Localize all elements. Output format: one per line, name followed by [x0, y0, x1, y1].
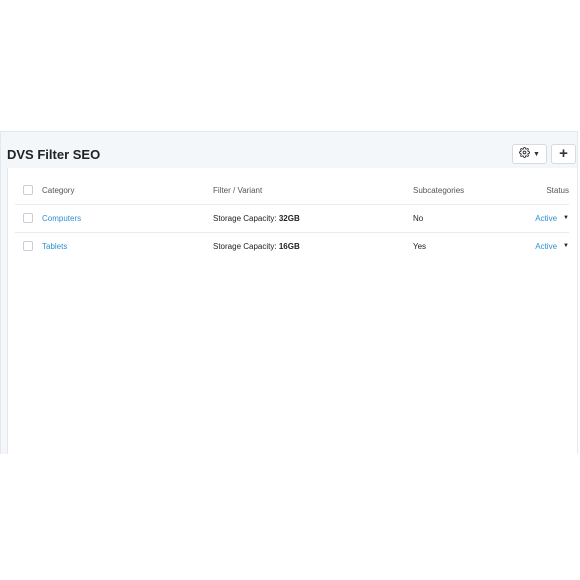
column-header-subcategories[interactable]: Subcategories: [413, 176, 464, 204]
row-checkbox[interactable]: [23, 241, 33, 251]
column-header-status[interactable]: Status: [546, 176, 569, 204]
status-label[interactable]: Active: [535, 214, 557, 223]
add-button[interactable]: +: [551, 144, 576, 164]
panel-header: DVS Filter SEO ▼ +: [1, 132, 577, 168]
gear-icon: [519, 145, 531, 163]
column-header-category[interactable]: Category: [42, 176, 74, 204]
page-title: DVS Filter SEO: [7, 147, 101, 162]
select-all-checkbox[interactable]: [23, 185, 33, 195]
table-header-row: Category Filter / Variant Subcategories …: [15, 176, 569, 205]
row-checkbox[interactable]: [23, 213, 33, 223]
settings-button[interactable]: ▼: [512, 144, 547, 164]
filter-value: 32GB: [278, 213, 300, 223]
table-row: Computers Storage Capacity: 32GB No Acti…: [15, 204, 569, 233]
filter-name: Storage Capacity:: [213, 213, 277, 223]
table-container: Category Filter / Variant Subcategories …: [7, 168, 577, 454]
chevron-down-icon[interactable]: ▼: [563, 243, 569, 249]
filter-value: 16GB: [278, 241, 300, 251]
status-dropdown[interactable]: Active ▼: [535, 204, 569, 232]
category-link[interactable]: Computers: [42, 204, 81, 232]
table-row: Tablets Storage Capacity: 16GB Yes Activ…: [15, 232, 569, 260]
filter-name: Storage Capacity:: [213, 241, 277, 251]
chevron-down-icon: ▼: [533, 150, 540, 158]
subcategories-value: No: [413, 213, 424, 223]
subcategories-value: Yes: [413, 241, 427, 251]
status-dropdown[interactable]: Active ▼: [535, 232, 569, 260]
filter-variant: Storage Capacity: 16GB: [213, 232, 300, 260]
chevron-down-icon[interactable]: ▼: [563, 215, 569, 221]
dvs-filter-seo-panel: DVS Filter SEO ▼ + Category Filter / Var…: [0, 131, 578, 454]
status-label[interactable]: Active: [535, 242, 557, 251]
plus-icon: +: [559, 145, 568, 162]
filter-variant: Storage Capacity: 32GB: [213, 204, 300, 232]
category-link[interactable]: Tablets: [42, 232, 67, 260]
column-header-filter-variant[interactable]: Filter / Variant: [213, 176, 262, 204]
